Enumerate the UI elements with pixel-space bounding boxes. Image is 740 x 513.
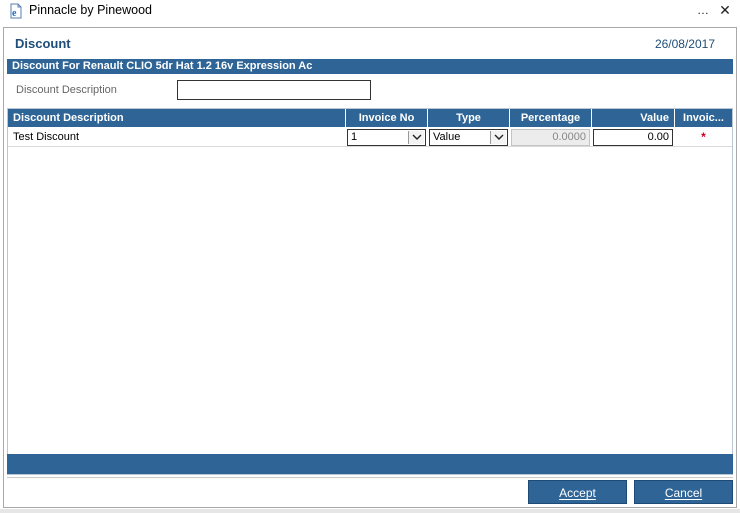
discount-grid: Discount Description Invoice No Type Per…	[7, 108, 733, 475]
grid-header: Discount Description Invoice No Type Per…	[8, 109, 732, 127]
svg-text:e: e	[12, 8, 17, 19]
close-icon[interactable]: ✕	[714, 1, 736, 21]
column-header-value[interactable]: Value	[592, 109, 675, 127]
grid-footer-bar	[7, 454, 733, 474]
window-titlebar: e Pinnacle by Pinewood … ✕	[0, 0, 740, 24]
column-header-description[interactable]: Discount Description	[8, 109, 346, 127]
horizontal-scrollbar[interactable]	[0, 509, 740, 513]
value-field[interactable]: 0.00	[593, 129, 673, 146]
invoice-no-value: 1	[351, 131, 358, 143]
accept-button-label: Accept	[559, 486, 596, 500]
type-value: Value	[433, 131, 461, 143]
cancel-button[interactable]: Cancel	[634, 480, 733, 504]
column-header-type[interactable]: Type	[428, 109, 510, 127]
type-select[interactable]: Value	[429, 129, 508, 146]
discount-dialog: Discount 26/08/2017 Discount For Renault…	[3, 27, 737, 508]
more-options-icon[interactable]: …	[692, 1, 714, 21]
window-title: Pinnacle by Pinewood	[29, 3, 152, 17]
invoice-no-select[interactable]: 1	[347, 129, 426, 146]
page-title: Discount	[15, 36, 71, 51]
section-title-bar: Discount For Renault CLIO 5dr Hat 1.2 16…	[7, 59, 733, 74]
discount-description-label: Discount Description	[16, 84, 117, 96]
chevron-down-icon[interactable]	[408, 131, 424, 144]
discount-description-input[interactable]	[177, 80, 371, 100]
column-header-invoice[interactable]: Invoic...	[675, 109, 732, 127]
divider	[7, 477, 733, 478]
header-date: 26/08/2017	[654, 37, 715, 51]
column-header-invoice-no[interactable]: Invoice No	[346, 109, 428, 127]
ie-document-icon: e	[8, 3, 24, 19]
table-row[interactable]: Test Discount 1 Value 0.0000 0.00 *	[8, 127, 732, 147]
percentage-field: 0.0000	[511, 129, 590, 146]
column-header-percentage[interactable]: Percentage	[510, 109, 592, 127]
chevron-down-icon[interactable]	[490, 131, 506, 144]
row-description: Test Discount	[13, 131, 80, 143]
accept-button[interactable]: Accept	[528, 480, 627, 504]
cancel-button-label: Cancel	[664, 486, 703, 500]
required-star-icon: *	[701, 130, 706, 144]
